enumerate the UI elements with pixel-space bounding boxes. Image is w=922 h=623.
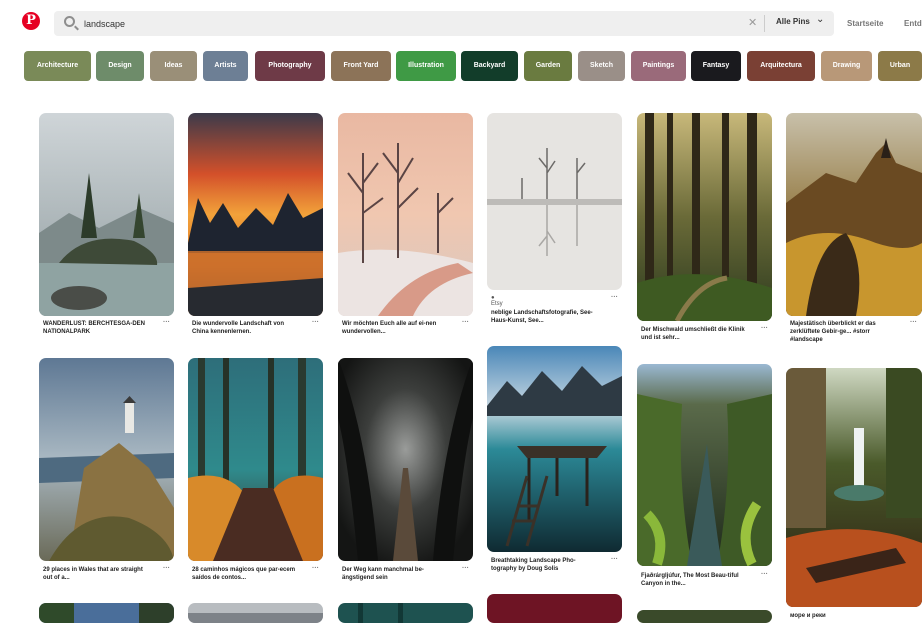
nav-home-link[interactable]: Startseite xyxy=(847,19,883,28)
pin-image[interactable] xyxy=(188,358,323,561)
pin-title[interactable]: Der Weg kann manchmal be-ängstigend sein xyxy=(342,566,452,582)
close-icon[interactable]: ✕ xyxy=(748,16,757,29)
pin-image[interactable] xyxy=(637,364,772,566)
pin-image[interactable] xyxy=(338,113,473,316)
guide-chip[interactable]: Architecture xyxy=(24,51,91,81)
ellipsis-icon[interactable]: ··· xyxy=(312,319,319,326)
guide-chip[interactable]: Paintings xyxy=(631,51,686,81)
pin-source[interactable]: ● Etsy xyxy=(491,295,503,307)
search-icon xyxy=(64,16,75,27)
pinterest-logo[interactable]: P xyxy=(22,12,40,30)
pin-title[interactable]: Breathtaking Landscape Pho-tography by D… xyxy=(491,557,601,573)
guide-chip[interactable]: Front Yard xyxy=(331,51,391,81)
pin-image[interactable] xyxy=(39,358,174,561)
top-bar: P ✕ Alle Pins ⌄ Startseite Entd xyxy=(0,0,922,46)
guide-chip[interactable]: Photography xyxy=(255,51,325,81)
guide-chip[interactable]: Urban xyxy=(878,51,922,81)
guide-chip[interactable]: Illustration xyxy=(396,51,456,81)
ellipsis-icon[interactable]: ··· xyxy=(163,319,170,326)
guide-chip[interactable]: Backyard xyxy=(461,51,518,81)
pin-image[interactable] xyxy=(487,346,622,552)
ellipsis-icon[interactable]: ··· xyxy=(761,325,768,332)
ellipsis-icon[interactable]: ··· xyxy=(611,556,618,563)
ellipsis-icon[interactable]: ··· xyxy=(761,571,768,578)
ellipsis-icon[interactable]: ··· xyxy=(910,319,917,326)
ellipsis-icon[interactable]: ··· xyxy=(163,565,170,572)
pin-title[interactable]: море и реки xyxy=(790,612,900,620)
pin-title[interactable]: 28 caminhos mágicos que par-ecem saídos … xyxy=(192,566,302,582)
guided-search-bar: Architecture Design Ideas Artists Photog… xyxy=(0,46,922,90)
pin-title[interactable]: 29 places in Wales that are straight out… xyxy=(43,566,153,582)
pin-source-label: Etsy xyxy=(491,301,503,307)
pin-title[interactable]: Fjaðrárgljúfur, The Most Beau-tiful Cany… xyxy=(641,572,751,588)
search-bar[interactable]: ✕ Alle Pins ⌄ xyxy=(54,11,834,36)
pin-title[interactable]: Die wundervolle Landschaft von China ken… xyxy=(192,320,302,336)
pin-image[interactable] xyxy=(637,113,772,321)
pinterest-screen: P ✕ Alle Pins ⌄ Startseite Entd Architec… xyxy=(0,0,922,623)
pin-image[interactable] xyxy=(338,603,473,623)
pin-image[interactable] xyxy=(487,113,622,290)
guide-chip[interactable]: Fantasy xyxy=(691,51,741,81)
guide-chip[interactable]: Design xyxy=(96,51,144,81)
pin-title[interactable]: WANDERLUST: BERCHTESGA-DEN NATIONALPARK xyxy=(43,320,153,336)
guide-chip[interactable]: Garden xyxy=(524,51,572,81)
pin-image[interactable] xyxy=(188,113,323,316)
guide-chip[interactable]: Drawing xyxy=(821,51,872,81)
nav-explore-link[interactable]: Entd xyxy=(904,19,922,28)
pin-image[interactable] xyxy=(487,594,622,623)
search-divider xyxy=(764,15,765,32)
guide-chip[interactable]: Ideas xyxy=(150,51,197,81)
pin-image[interactable] xyxy=(637,610,772,623)
pin-title[interactable]: Wir möchten Euch alle auf ei-nen wunderv… xyxy=(342,320,452,336)
pin-title[interactable]: Der Mischwald umschließt die Klinik und … xyxy=(641,326,751,342)
pin-title[interactable]: neblige Landschaftsfotografie, See-Haus-… xyxy=(491,309,601,325)
search-input[interactable] xyxy=(84,15,684,32)
pin-image[interactable] xyxy=(338,358,473,561)
pin-image[interactable] xyxy=(786,113,922,316)
pin-title[interactable]: Majestätisch überblickt er das zerklüfte… xyxy=(790,320,900,344)
pin-image[interactable] xyxy=(39,113,174,316)
guide-chip[interactable]: Arquitectura xyxy=(747,51,815,81)
ellipsis-icon[interactable]: ··· xyxy=(611,294,618,301)
pin-image[interactable] xyxy=(188,603,323,623)
chevron-down-icon[interactable]: ⌄ xyxy=(816,14,824,25)
ellipsis-icon[interactable]: ··· xyxy=(462,565,469,572)
ellipsis-icon[interactable]: ··· xyxy=(462,319,469,326)
pin-image[interactable] xyxy=(786,368,922,607)
guide-chip[interactable]: Artists xyxy=(203,51,248,81)
guide-chip[interactable]: Sketch xyxy=(578,51,625,81)
ellipsis-icon[interactable]: ··· xyxy=(312,565,319,572)
scope-dropdown-label[interactable]: Alle Pins xyxy=(776,17,810,26)
pin-image[interactable] xyxy=(39,603,174,623)
